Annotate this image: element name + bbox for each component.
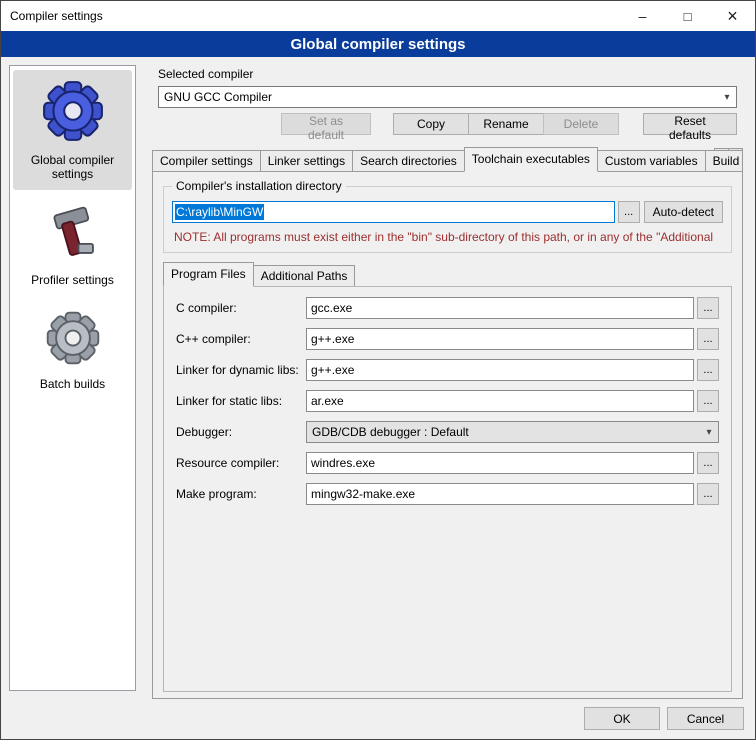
compiler-select[interactable]: GNU GCC Compiler ▾ [158, 86, 737, 108]
dynamic-linker-row: Linker for dynamic libs: ... [176, 359, 719, 381]
install-dir-browse-button[interactable]: ... [618, 201, 640, 223]
compiler-actions: Set as default Copy Rename Delete Reset … [158, 113, 737, 135]
install-dir-selected-text: C:\raylib\MinGW [175, 204, 264, 220]
cpp-compiler-input[interactable] [306, 328, 694, 350]
cancel-button[interactable]: Cancel [667, 707, 744, 730]
c-compiler-browse-button[interactable]: ... [697, 297, 719, 319]
cpp-compiler-browse-button[interactable]: ... [697, 328, 719, 350]
cpp-compiler-row: C++ compiler: ... [176, 328, 719, 350]
program-files-tabstrip: Program Files Additional Paths [163, 263, 732, 286]
c-compiler-input[interactable] [306, 297, 694, 319]
close-icon: × [727, 6, 738, 27]
c-compiler-label: C compiler: [176, 301, 306, 315]
resource-compiler-row: Resource compiler: ... [176, 452, 719, 474]
gray-gears-icon [42, 308, 104, 368]
main-content: Selected compiler GNU GCC Compiler ▾ Set… [146, 59, 749, 705]
selected-compiler-label: Selected compiler [158, 67, 749, 81]
compiler-select-value: GNU GCC Compiler [159, 90, 718, 104]
chevron-down-icon: ▾ [718, 92, 736, 103]
tab-custom-variables[interactable]: Custom variables [597, 150, 706, 171]
delete-button: Delete [543, 113, 619, 135]
chevron-down-icon: ▾ [700, 427, 718, 438]
copy-button[interactable]: Copy [393, 113, 469, 135]
sidebar-item-label: Batch builds [40, 377, 105, 391]
c-compiler-row: C compiler: ... [176, 297, 719, 319]
dynamic-linker-label: Linker for dynamic libs: [176, 363, 306, 377]
window-title: Compiler settings [1, 9, 103, 23]
install-dir-input[interactable]: C:\raylib\MinGW [172, 201, 615, 223]
static-linker-browse-button[interactable]: ... [697, 390, 719, 412]
sidebar-item-label: Global compiler settings [15, 153, 130, 181]
tab-program-files[interactable]: Program Files [163, 262, 254, 287]
settings-tabstrip: Compiler settings Linker settings Search… [152, 148, 743, 171]
minimize-button[interactable]: – [620, 1, 665, 31]
static-linker-input[interactable] [306, 390, 694, 412]
make-program-input[interactable] [306, 483, 694, 505]
sidebar-item-global-compiler-settings[interactable]: Global compiler settings [13, 70, 132, 190]
maximize-icon: □ [684, 9, 692, 24]
debugger-select[interactable]: GDB/CDB debugger : Default ▾ [306, 421, 719, 443]
cpp-compiler-label: C++ compiler: [176, 332, 306, 346]
resource-compiler-label: Resource compiler: [176, 456, 306, 470]
tab-linker-settings[interactable]: Linker settings [260, 150, 353, 171]
reset-defaults-button[interactable]: Reset defaults [643, 113, 737, 135]
title-bar: Compiler settings – □ × [1, 1, 755, 31]
minimize-icon: – [639, 8, 647, 24]
page-title: Global compiler settings [1, 31, 755, 57]
dynamic-linker-browse-button[interactable]: ... [697, 359, 719, 381]
tab-search-directories[interactable]: Search directories [352, 150, 465, 171]
maximize-button[interactable]: □ [665, 1, 710, 31]
caption-buttons: – □ × [620, 1, 755, 31]
resource-compiler-input[interactable] [306, 452, 694, 474]
rename-button[interactable]: Rename [468, 113, 544, 135]
tab-additional-paths[interactable]: Additional Paths [253, 265, 356, 286]
installation-directory-group-title: Compiler's installation directory [172, 179, 346, 193]
settings-category-sidebar: Global compiler settings Profiler settin… [9, 65, 136, 691]
sidebar-item-batch-builds[interactable]: Batch builds [13, 300, 132, 400]
gear-icon [38, 78, 108, 144]
tab-toolchain-executables[interactable]: Toolchain executables [464, 147, 598, 172]
tab-compiler-settings[interactable]: Compiler settings [152, 150, 261, 171]
set-as-default-button: Set as default [281, 113, 371, 135]
installation-directory-row: C:\raylib\MinGW ... Auto-detect [172, 201, 723, 223]
toolchain-executables-panel: Compiler's installation directory C:\ray… [152, 171, 743, 699]
sidebar-item-label: Profiler settings [31, 273, 114, 287]
profiler-tool-icon [44, 202, 102, 264]
make-program-label: Make program: [176, 487, 306, 501]
auto-detect-button[interactable]: Auto-detect [644, 201, 723, 223]
static-linker-row: Linker for static libs: ... [176, 390, 719, 412]
bin-subdirectory-note: NOTE: All programs must exist either in … [174, 230, 723, 244]
tab-build-options[interactable]: Build [705, 150, 743, 171]
static-linker-label: Linker for static libs: [176, 394, 306, 408]
debugger-row: Debugger: GDB/CDB debugger : Default ▾ [176, 421, 719, 443]
compiler-settings-window: { "window": { "title": "Compiler setting… [0, 0, 756, 740]
sidebar-item-profiler-settings[interactable]: Profiler settings [13, 194, 132, 296]
make-program-row: Make program: ... [176, 483, 719, 505]
resource-compiler-browse-button[interactable]: ... [697, 452, 719, 474]
close-button[interactable]: × [710, 1, 755, 31]
debugger-select-value: GDB/CDB debugger : Default [307, 425, 700, 439]
debugger-label: Debugger: [176, 425, 306, 439]
installation-directory-group: Compiler's installation directory C:\ray… [163, 186, 732, 253]
ok-button[interactable]: OK [584, 707, 660, 730]
program-files-panel: C compiler: ... C++ compiler: ... Linker… [163, 286, 732, 692]
make-program-browse-button[interactable]: ... [697, 483, 719, 505]
dynamic-linker-input[interactable] [306, 359, 694, 381]
